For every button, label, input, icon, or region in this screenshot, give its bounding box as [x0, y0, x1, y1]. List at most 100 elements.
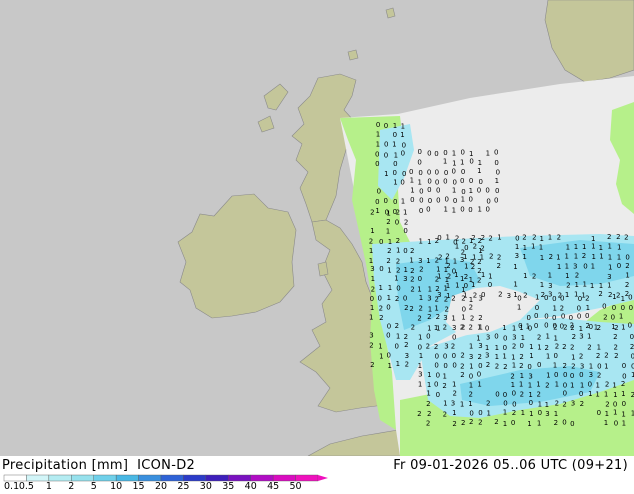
precip-value-marker: 2 — [570, 344, 574, 352]
legend-tick-label: 0.1 — [4, 481, 19, 490]
precip-value-marker: 1 — [461, 196, 465, 204]
precip-value-marker: 0 — [386, 303, 390, 311]
precip-value-marker: 1 — [621, 410, 625, 418]
precip-value-marker: 1 — [452, 409, 456, 417]
precip-value-marker: 2 — [426, 400, 430, 408]
precip-value-marker: 1 — [455, 282, 459, 290]
precip-value-marker: 3 — [573, 263, 577, 271]
precip-value-marker: 2 — [410, 285, 414, 293]
precip-value-marker: 1 — [595, 391, 599, 399]
precip-value-marker: 0 — [625, 254, 629, 262]
precip-value-marker: 0 — [427, 186, 431, 194]
precip-value-marker: 3 — [515, 252, 519, 260]
precip-value-marker: 1 — [454, 271, 458, 279]
precip-value-marker: 1 — [612, 381, 616, 389]
precip-value-marker: 3 — [427, 295, 431, 303]
precip-value-marker: 0 — [579, 371, 583, 379]
precip-value-marker: 1 — [384, 170, 388, 178]
precip-value-marker: 0 — [443, 352, 447, 360]
precip-value-marker: 2 — [410, 275, 414, 283]
precip-value-marker: 0 — [529, 399, 533, 407]
precip-value-marker: 0 — [384, 141, 388, 149]
precip-value-marker: 1 — [418, 238, 422, 246]
precip-value-marker: 2 — [545, 382, 549, 390]
precip-value-marker: 0 — [486, 197, 490, 205]
precip-value-marker: 0 — [613, 400, 617, 408]
precip-value-marker: 2 — [625, 281, 629, 289]
precip-value-marker: 1 — [612, 293, 616, 301]
precip-value-marker: 1 — [591, 243, 595, 251]
precip-value-marker: 0 — [386, 332, 390, 340]
precipitation-map[interactable]: 0110000100010010110010011000010110000100… — [0, 0, 634, 456]
precip-value-marker: 2 — [616, 233, 620, 241]
precip-value-marker: 1 — [419, 352, 423, 360]
precip-value-marker: 0 — [570, 420, 574, 428]
precip-value-marker: 1 — [469, 342, 473, 350]
precip-value-marker: 0 — [552, 314, 556, 322]
precip-value-marker: 2 — [520, 391, 524, 399]
precip-value-marker: 1 — [553, 361, 557, 369]
precip-value-marker: 2 — [582, 252, 586, 260]
precip-value-marker: 0 — [612, 304, 616, 312]
precip-value-marker: 2 — [512, 342, 516, 350]
precip-value-marker: 2 — [405, 360, 409, 368]
precip-value-marker: 0 — [538, 409, 542, 417]
legend-tick-label: 1 — [46, 481, 52, 490]
precip-value-marker: 0 — [588, 381, 592, 389]
precip-value-marker: 0 — [597, 409, 601, 417]
precip-value-marker: 0 — [460, 206, 464, 214]
precip-value-marker: 1 — [469, 382, 473, 390]
precip-value-marker: 1 — [387, 362, 391, 370]
precip-value-marker: 2 — [512, 409, 516, 417]
precip-value-marker: 1 — [548, 234, 552, 242]
precip-value-marker: 0 — [628, 322, 632, 330]
precip-value-marker: 0 — [419, 207, 423, 215]
precip-value-marker: 3 — [369, 332, 373, 340]
precip-value-marker: 0 — [622, 400, 626, 408]
precip-value-marker: 0 — [377, 295, 381, 303]
precip-value-marker: 2 — [418, 305, 422, 313]
precip-value-marker: 2 — [470, 315, 474, 323]
precip-value-marker: 0 — [396, 285, 400, 293]
precip-value-marker: 1 — [478, 159, 482, 167]
precip-value-marker: 1 — [591, 262, 595, 270]
precip-value-marker: 1 — [599, 244, 603, 252]
precip-value-marker: 0 — [477, 187, 481, 195]
precip-value-marker: 1 — [410, 187, 414, 195]
precip-value-marker: 1 — [607, 281, 611, 289]
precip-value-marker: 1 — [574, 281, 578, 289]
precip-value-marker: 3 — [418, 371, 422, 379]
precip-value-marker: 1 — [537, 344, 541, 352]
precip-value-marker: 2 — [410, 247, 414, 255]
precip-value-marker: 0 — [468, 196, 472, 204]
precip-value-marker: 1 — [445, 233, 449, 241]
precip-value-marker: 1 — [463, 292, 467, 300]
precip-value-marker: 0 — [534, 322, 538, 330]
precip-value-marker: 1 — [369, 247, 373, 255]
precip-value-marker: 0 — [534, 312, 538, 320]
precip-value-marker: 0 — [544, 312, 548, 320]
precip-value-marker: 2 — [446, 262, 450, 270]
precip-value-marker: 2 — [478, 314, 482, 322]
precip-value-marker: 0 — [444, 196, 448, 204]
precip-value-marker: 1 — [488, 273, 492, 281]
precip-value-marker: 0 — [535, 304, 539, 312]
precip-value-marker: 1 — [535, 294, 539, 302]
precip-value-marker: 2 — [532, 234, 536, 242]
legend-tick-label: 30 — [200, 481, 212, 490]
precip-value-marker: 3 — [486, 333, 490, 341]
precip-value-marker: 0 — [434, 150, 438, 158]
precip-value-marker: 2 — [587, 344, 591, 352]
precip-value-marker: 1 — [443, 206, 447, 214]
model-label: ICON-D2 — [137, 458, 196, 473]
precip-value-marker: 2 — [519, 362, 523, 370]
precip-value-marker: 1 — [417, 285, 421, 293]
precip-value-marker: 0 — [436, 197, 440, 205]
precip-value-marker: 2 — [379, 314, 383, 322]
precip-value-marker: 0 — [589, 323, 593, 331]
precip-value-marker: 1 — [386, 228, 390, 236]
precip-value-marker: 0 — [468, 206, 472, 214]
precip-value-marker: 0 — [578, 295, 582, 303]
precip-value-marker: 0 — [485, 324, 489, 332]
precip-value-marker: 1 — [486, 149, 490, 157]
